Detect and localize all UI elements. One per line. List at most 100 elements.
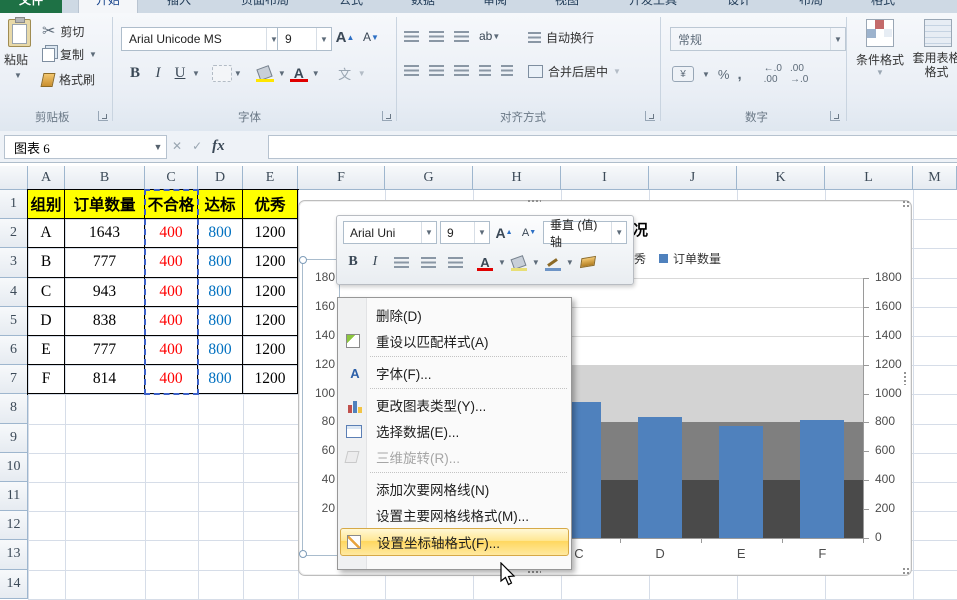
- increase-indent-icon[interactable]: [501, 65, 513, 76]
- decrease-indent-icon[interactable]: [479, 65, 491, 76]
- cell-D7[interactable]: 800: [198, 365, 243, 394]
- chart-resize-handle[interactable]: [527, 199, 541, 204]
- ribbon-tab-插入[interactable]: 插入: [150, 0, 208, 13]
- mini-font-name-combo[interactable]: Arial Uni▼: [343, 221, 437, 244]
- number-dialog-launcher[interactable]: [830, 111, 840, 121]
- mini-format-painter-button[interactable]: [577, 252, 599, 272]
- grow-font-button[interactable]: A▲: [333, 26, 357, 48]
- column-header-J[interactable]: J: [649, 166, 737, 190]
- mini-grow-font-button[interactable]: A▲: [493, 223, 515, 243]
- font-dialog-launcher[interactable]: [382, 111, 392, 121]
- cell-B7[interactable]: 814: [65, 365, 145, 394]
- cell-D6[interactable]: 800: [198, 336, 243, 365]
- mini-italic-button[interactable]: I: [366, 252, 384, 272]
- chevron-down-icon[interactable]: ▼: [316, 28, 331, 50]
- chart-resize-handle[interactable]: [527, 570, 541, 575]
- ribbon-tab-开始[interactable]: 开始: [78, 0, 138, 13]
- menu-item-设置坐标轴格式F[interactable]: 设置坐标轴格式(F)...: [340, 528, 569, 556]
- mini-align-right-icon[interactable]: [448, 257, 463, 268]
- mini-outline-color-button[interactable]: [543, 252, 563, 272]
- cell-A6[interactable]: E: [28, 336, 65, 365]
- cell-E7[interactable]: 1200: [243, 365, 298, 394]
- decrease-decimal-icon[interactable]: .00→.0: [790, 63, 808, 85]
- align-left-icon[interactable]: [404, 65, 419, 76]
- menu-item-更改图表类型Y[interactable]: 更改图表类型(Y)...: [340, 392, 569, 418]
- italic-button[interactable]: I: [148, 63, 168, 83]
- cell-A3[interactable]: B: [28, 248, 65, 277]
- conditional-formatting-button[interactable]: 条件格式 ▼: [852, 19, 908, 77]
- column-header-G[interactable]: G: [385, 166, 473, 190]
- comma-icon[interactable]: ,: [737, 66, 741, 83]
- bar-D[interactable]: [638, 417, 682, 538]
- ribbon-tab-页面布局[interactable]: 页面布局: [222, 0, 308, 13]
- cell-D3[interactable]: 800: [198, 248, 243, 277]
- row-header-9[interactable]: 9: [0, 424, 28, 453]
- align-center-icon[interactable]: [429, 65, 444, 76]
- mini-font-color-button[interactable]: A: [475, 252, 495, 272]
- cut-button[interactable]: ✂剪切: [42, 21, 84, 41]
- mini-font-color-arrow[interactable]: ▼: [498, 258, 506, 267]
- column-header-E[interactable]: E: [243, 166, 298, 190]
- ribbon-tab-审阅[interactable]: 审阅: [466, 0, 524, 13]
- row-header-13[interactable]: 13: [0, 540, 28, 569]
- align-top-icon[interactable]: [404, 31, 419, 42]
- column-header-I[interactable]: I: [561, 166, 649, 190]
- menu-item-设置主要网格线格式M[interactable]: 设置主要网格线格式(M)...: [340, 502, 569, 528]
- column-header-H[interactable]: H: [473, 166, 561, 190]
- row-header-12[interactable]: 12: [0, 511, 28, 540]
- mini-fill-color-button[interactable]: [509, 252, 529, 272]
- borders-dropdown-arrow[interactable]: ▼: [234, 69, 242, 78]
- alignment-dialog-launcher[interactable]: [645, 111, 655, 121]
- ribbon-tab-格式[interactable]: 格式: [854, 0, 912, 13]
- row-header-1[interactable]: 1: [0, 190, 28, 219]
- column-header-M[interactable]: M: [913, 166, 957, 190]
- number-format-combo[interactable]: 常规▼: [670, 27, 846, 51]
- font-name-combo[interactable]: Arial Unicode MS▼: [121, 27, 282, 51]
- row-header-3[interactable]: 3: [0, 248, 28, 277]
- row-header-6[interactable]: 6: [0, 336, 28, 365]
- cell-E2[interactable]: 1200: [243, 219, 298, 248]
- chevron-down-icon[interactable]: ▼: [830, 28, 845, 50]
- cell-A5[interactable]: D: [28, 307, 65, 336]
- underline-button[interactable]: U: [170, 63, 190, 83]
- bar-F[interactable]: [800, 420, 844, 538]
- column-header-L[interactable]: L: [825, 166, 913, 190]
- row-header-2[interactable]: 2: [0, 219, 28, 248]
- format-painter-button[interactable]: 格式刷: [42, 71, 95, 88]
- mini-outline-color-arrow[interactable]: ▼: [566, 258, 574, 267]
- cell-D4[interactable]: 800: [198, 278, 243, 307]
- chart-resize-handle[interactable]: [903, 371, 908, 385]
- cell-E3[interactable]: 1200: [243, 248, 298, 277]
- cell-B2[interactable]: 1643: [65, 219, 145, 248]
- copy-button[interactable]: 复制▼: [42, 46, 97, 63]
- row-header-7[interactable]: 7: [0, 365, 28, 394]
- row-header-10[interactable]: 10: [0, 453, 28, 482]
- menu-item-字体F[interactable]: A字体(F)...: [340, 360, 569, 386]
- row-header-5[interactable]: 5: [0, 307, 28, 336]
- paste-dropdown-arrow[interactable]: ▼: [14, 71, 22, 80]
- font-color-button[interactable]: A: [288, 63, 310, 83]
- chart-element-combo[interactable]: 垂直 (值) 轴▼: [543, 221, 627, 244]
- column-header-F[interactable]: F: [298, 166, 385, 190]
- insert-function-icon[interactable]: fx: [212, 138, 225, 155]
- cell-E6[interactable]: 1200: [243, 336, 298, 365]
- column-header-D[interactable]: D: [198, 166, 243, 190]
- column-header-B[interactable]: B: [65, 166, 145, 190]
- mini-align-center-icon[interactable]: [421, 257, 436, 268]
- chart-resize-handle[interactable]: [902, 200, 910, 208]
- menu-item-重设以匹配样式A[interactable]: 重设以匹配样式(A): [340, 328, 569, 354]
- cell-B3[interactable]: 777: [65, 248, 145, 277]
- cell-E4[interactable]: 1200: [243, 278, 298, 307]
- cell-E5[interactable]: 1200: [243, 307, 298, 336]
- ribbon-tab-布局[interactable]: 布局: [782, 0, 840, 13]
- menu-item-选择数据E[interactable]: 选择数据(E)...: [340, 418, 569, 444]
- wrap-text-button[interactable]: 自动换行: [528, 29, 594, 46]
- ribbon-tab-公式[interactable]: 公式: [322, 0, 380, 13]
- cell-B6[interactable]: 777: [65, 336, 145, 365]
- align-right-icon[interactable]: [454, 65, 469, 76]
- selection-handle[interactable]: [299, 550, 307, 558]
- ribbon-tab-文件[interactable]: 文件: [0, 0, 62, 13]
- row-header-8[interactable]: 8: [0, 394, 28, 423]
- mini-font-size-combo[interactable]: 9▼: [440, 221, 490, 244]
- chart-resize-handle[interactable]: [902, 567, 910, 575]
